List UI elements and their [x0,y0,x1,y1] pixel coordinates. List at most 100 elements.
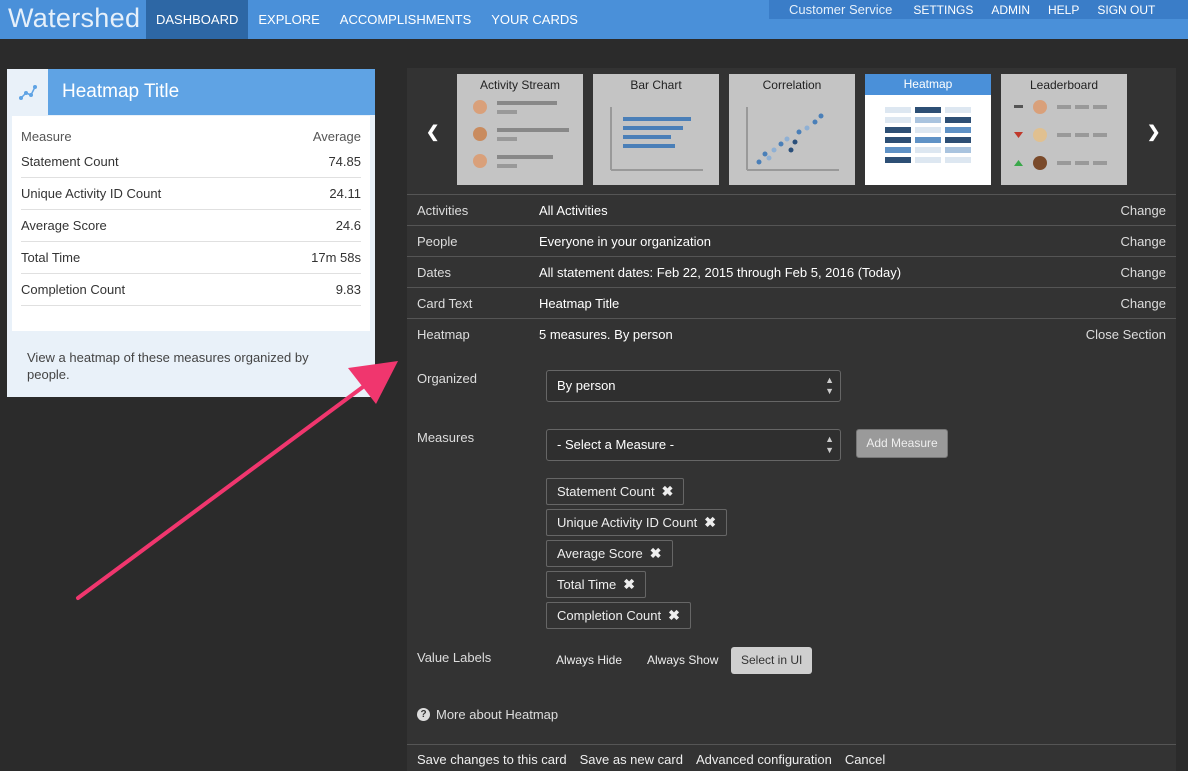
row-value: 24.11 [329,186,361,201]
nav-accomplishments[interactable]: ACCOMPLISHMENTS [330,0,481,39]
table-row: Completion Count 9.83 [21,274,361,306]
card-type-leaderboard[interactable]: Leaderboard [1001,74,1127,185]
activities-row: Activities All Activities Change [407,194,1176,225]
row-value: 24.6 [335,218,361,233]
measure-tag-label: Completion Count [557,608,662,623]
card-text-value: Heatmap Title [539,295,620,311]
thumb-label: Leaderboard [1029,78,1099,92]
value-label-always-show[interactable]: Always Show [637,647,728,674]
people-value: Everyone in your organization [539,233,711,249]
nav-your-cards[interactable]: YOUR CARDS [481,0,588,39]
measure-tag: Total Time ✖ [546,571,646,598]
value-label-always-hide[interactable]: Always Hide [546,647,632,674]
measure-tag: Unique Activity ID Count ✖ [546,509,727,536]
measure-tag-label: Unique Activity ID Count [557,515,698,530]
add-measure-button[interactable]: Add Measure [856,429,948,458]
save-changes-link[interactable]: Save changes to this card [417,752,567,771]
card-text-change-link[interactable]: Change [1120,296,1166,311]
chevron-right-icon[interactable]: ❯ [1147,122,1160,142]
value-label-select-in-ui[interactable]: Select in UI [731,647,813,674]
nav-sign-out[interactable]: SIGN OUT [1088,3,1164,17]
thumb-label: Bar Chart [630,78,682,92]
remove-measure-icon[interactable]: ✖ [623,572,635,597]
organized-label: Organized [417,371,477,386]
remove-measure-icon[interactable]: ✖ [650,541,662,566]
card-type-activity-stream[interactable]: Activity Stream [457,74,583,185]
row-measure: Statement Count [21,154,119,169]
brand-logo[interactable]: Watershed [8,3,140,34]
card-description: View a heatmap of these measures organiz… [27,350,309,382]
row-measure: Total Time [21,250,81,265]
measure-select[interactable]: - Select a Measure - ▲ ▼ [546,429,841,461]
measure-tag: Average Score ✖ [546,540,673,567]
close-section-link[interactable]: Close Section [1086,327,1166,342]
thumb-label: Correlation [762,78,822,92]
nav-dashboard[interactable]: DASHBOARD [146,0,249,39]
row-value: 74.85 [328,154,361,169]
people-label: People [417,233,458,249]
nav-settings[interactable]: SETTINGS [904,3,982,17]
leaderboard-thumb-icon [1014,100,1107,170]
heatmap-label: Heatmap [417,326,470,342]
card-header: Heatmap Title [7,69,375,115]
cancel-link[interactable]: Cancel [845,752,885,771]
advanced-configuration-link[interactable]: Advanced configuration [696,752,832,771]
organized-select-value: By person [557,378,616,393]
measure-tag-label: Total Time [557,577,617,592]
more-about-heatmap-link[interactable]: ? More about Heatmap [417,707,558,722]
nav-customer-service[interactable]: Customer Service [769,2,904,17]
measure-select-placeholder: - Select a Measure - [557,437,675,452]
table-row: Total Time 17m 58s [21,242,361,274]
activity-stream-thumb-icon [473,100,569,168]
more-about-heatmap-label: More about Heatmap [436,707,559,722]
remove-measure-icon[interactable]: ✖ [704,510,716,535]
header-measure: Measure [21,129,72,144]
heatmap-value: 5 measures. By person [539,326,673,342]
dates-change-link[interactable]: Change [1120,265,1166,280]
remove-measure-icon[interactable]: ✖ [668,603,680,628]
chevron-left-icon[interactable]: ❮ [426,122,439,142]
card-title: Heatmap Title [62,81,180,102]
header-average: Average [312,129,361,144]
table-row: Unique Activity ID Count 24.11 [21,178,361,210]
table-row: Statement Count 74.85 [21,146,361,178]
people-change-link[interactable]: Change [1120,234,1166,249]
remove-measure-icon[interactable]: ✖ [662,479,674,504]
card-type-correlation[interactable]: Correlation [729,74,855,185]
activities-change-link[interactable]: Change [1120,203,1166,218]
organized-select[interactable]: By person ▲ ▼ [546,370,841,402]
activities-value: All Activities [539,202,608,218]
measures-label: Measures [417,430,475,445]
card-type-carousel: ❮ Activity Stream Bar Chart Correlation [407,68,1176,194]
card-type-bar-chart[interactable]: Bar Chart [593,74,719,185]
people-row: People Everyone in your organization Cha… [407,225,1176,256]
top-nav-bar: Watershed DASHBOARD EXPLORE ACCOMPLISHME… [0,0,1188,39]
card-config-panel: ❮ Activity Stream Bar Chart Correlation [407,68,1176,771]
nav-admin[interactable]: ADMIN [982,3,1039,17]
row-measure: Unique Activity ID Count [21,186,162,201]
card-type-heatmap[interactable]: Heatmap [865,74,991,185]
save-as-new-link[interactable]: Save as new card [580,752,683,771]
card-text-row: Card Text Heatmap Title Change [407,287,1176,318]
nav-explore[interactable]: EXPLORE [248,0,329,39]
dates-row: Dates All statement dates: Feb 22, 2015 … [407,256,1176,287]
help-icon: ? [417,708,430,721]
row-measure: Completion Count [21,282,126,297]
utility-nav: Customer Service SETTINGS ADMIN HELP SIG… [769,0,1188,19]
thumb-label: Heatmap [865,74,991,95]
measure-tag: Completion Count ✖ [546,602,691,629]
measure-tag: Statement Count ✖ [546,478,685,505]
nav-help[interactable]: HELP [1039,3,1088,17]
heatmap-thumb-icon [885,107,971,163]
bar-chart-thumb-icon [610,107,703,171]
select-caret-icon: ▲ ▼ [825,434,834,455]
row-measure: Average Score [21,218,107,233]
measure-tag-label: Average Score [557,546,643,561]
heatmap-preview-card: Heatmap Title Measure Average Statement … [7,69,375,397]
row-value: 17m 58s [311,250,361,265]
main-nav: DASHBOARD EXPLORE ACCOMPLISHMENTS YOUR C… [146,0,588,39]
heatmap-card-icon [7,69,48,115]
dates-value: All statement dates: Feb 22, 2015 throug… [539,264,902,280]
thumb-label: Activity Stream [479,78,560,92]
correlation-thumb-icon [746,107,839,171]
